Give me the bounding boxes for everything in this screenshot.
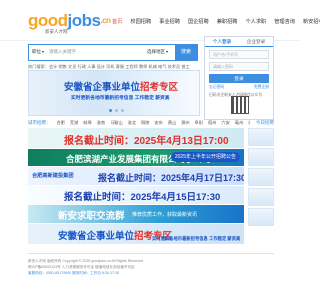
logo-subtitle: 新安人才网: [45, 29, 68, 34]
tab-company-login[interactable]: 企业登录: [239, 37, 273, 46]
nav-item-job-seeking[interactable]: 个人求职: [242, 18, 269, 26]
ad-banner-binhu-group[interactable]: 合肥滨湖产业发展集团有限公司子公司 2025年上半年公开招聘公告: [28, 149, 244, 166]
page: goodjobs.cn 新安人才网 首页 校园招聘 事业招聘 国企招聘 兼职招聘…: [0, 0, 320, 300]
nav-item-campus[interactable]: 校园招聘: [127, 18, 154, 26]
login-panel: 个人登录 企业登录 用户名/手机号 请输入密码 登录 忘记密码 免费注册 扫码关…: [204, 36, 274, 120]
city-link[interactable]: 淮南: [97, 120, 105, 126]
nav-item-part-time[interactable]: 兼职招聘: [214, 18, 241, 26]
carousel-dot[interactable]: [115, 109, 118, 112]
password-field[interactable]: 请输入密码: [209, 62, 269, 71]
header: goodjobs.cn 新安人才网 首页 校园招聘 事业招聘 国企招聘 兼职招聘…: [0, 0, 320, 40]
tab-personal-login[interactable]: 个人登录: [205, 37, 239, 46]
carousel-dot[interactable]: [121, 109, 124, 112]
login-tabs: 个人登录 企业登录: [205, 37, 273, 47]
city-link[interactable]: 马鞍山: [110, 120, 123, 126]
banner-group-title: 新安求职交流群: [58, 211, 125, 222]
side-ad[interactable]: [248, 168, 274, 186]
city-link[interactable]: 合肥: [57, 120, 65, 126]
logo-jobs: jobs: [67, 11, 101, 30]
city-link[interactable]: 铜陵: [141, 120, 149, 126]
ad-banner-hi-tech-group[interactable]: 合肥高新建投集团 报名截止时间：2025年4月17日17:30: [28, 167, 244, 185]
banner-group-subtitle: 推荐优质工作，获取最新资讯: [132, 212, 198, 218]
banner-exam-subtitle: 实时更新各地市最新招考信息 工作稳定 薪资高: [152, 236, 241, 241]
banner-deadline-text: 报名截止时间：2025年4月15日17:30: [64, 192, 221, 203]
city-link[interactable]: 淮北: [128, 120, 136, 126]
logo-good: good: [28, 11, 68, 30]
city-link[interactable]: 黄山: [168, 120, 176, 126]
city-link[interactable]: 池州: [248, 120, 250, 126]
footer-contact: 客服热线：0551-65179900 服务时间：工作日 8:30-17:30: [28, 271, 120, 275]
main-banner[interactable]: 安徽省企事业单位招考专区 实时更新各地市最新招考信息 工作稳定 薪资高: [28, 70, 200, 116]
forgot-password-link[interactable]: 忘记密码: [209, 85, 224, 90]
nav-item-consulting[interactable]: 管理咨询: [271, 18, 298, 26]
nav-item-exams[interactable]: 新安招考: [300, 18, 320, 26]
qr-code-icon: [231, 96, 249, 114]
login-button[interactable]: 登录: [209, 74, 269, 83]
city-link[interactable]: 六安: [221, 120, 229, 126]
nav-item-public-institution[interactable]: 事业招聘: [156, 18, 183, 26]
site-logo[interactable]: goodjobs.cn: [28, 12, 111, 29]
main-banner-title-part1: 安徽省企事业单位: [64, 82, 141, 93]
side-ad[interactable]: [248, 128, 274, 146]
search-button[interactable]: 搜索: [175, 45, 197, 60]
city-link[interactable]: 宿州: [208, 120, 216, 126]
register-link[interactable]: 免费注册: [254, 85, 269, 90]
nav-item-state-enterprise[interactable]: 国企招聘: [185, 18, 212, 26]
region-select[interactable]: 选择地区: [147, 49, 168, 55]
city-links: 合肥 芜湖 蚌埠 淮南 马鞍山 淮北 铜陵 安庆 黄山 滁州 阜阳 宿州 六安 …: [57, 120, 251, 126]
username-field[interactable]: 用户名/手机号: [209, 50, 269, 59]
city-list-label: 城市招聘：: [28, 119, 51, 125]
banner-exam-title-part1: 安徽省企事业单位: [58, 231, 135, 242]
footer: 新安人才网 版权所有 Copyright © 2025 goodjobs.cn …: [28, 253, 274, 276]
nav-item-home[interactable]: 首页: [109, 18, 125, 26]
search-type-select[interactable]: 职位: [32, 49, 44, 55]
side-ad[interactable]: [248, 148, 274, 166]
side-ads: [248, 128, 274, 228]
banner-company-logo: 合肥高新建投集团: [32, 173, 74, 179]
ad-banner-deadline-0415[interactable]: 报名截止时间：2025年4月15日17:30: [28, 186, 244, 204]
city-link[interactable]: 亳州: [235, 120, 243, 126]
main-banner-subtitle: 实时更新各地市最新招考信息 工作稳定 薪资高: [71, 96, 170, 101]
login-links: 忘记密码 免费注册: [209, 85, 269, 90]
ad-banner-exam-zone[interactable]: 安徽省企事业单位招考专区 实时更新各地市最新招考信息 工作稳定 薪资高: [28, 224, 244, 244]
today-jobs-link[interactable]: 今日招聘: [256, 120, 274, 126]
banner-deadline-text: 报名截止时间：2025年4月17日17:30: [98, 173, 244, 183]
carousel-dot[interactable]: [109, 109, 112, 112]
search-input[interactable]: 请输入关键字: [49, 49, 76, 55]
main-nav: 首页 校园招聘 事业招聘 国企招聘 兼职招聘 个人求职 管理咨询 新安招考: [109, 18, 320, 26]
city-link[interactable]: 安庆: [154, 120, 162, 126]
main-banner-title-part2: 招考专区: [140, 82, 179, 93]
city-link[interactable]: 芜湖: [70, 120, 78, 126]
ad-banner-deadline-0413[interactable]: 报名截止时间：2025年4月13日17:00: [28, 128, 244, 148]
banner-recruit-tag: 2025年上半年公开招聘公告: [170, 152, 240, 162]
carousel-dots: [109, 109, 124, 112]
city-link[interactable]: 蚌埠: [83, 120, 91, 126]
banner-deadline-text: 报名截止时间：2025年4月13日17:00: [64, 136, 229, 147]
city-list: 城市招聘： 合肥 芜湖 蚌埠 淮南 马鞍山 淮北 铜陵 安庆 黄山 滁州 阜阳 …: [28, 119, 274, 126]
side-ad[interactable]: [248, 208, 274, 226]
city-link[interactable]: 阜阳: [195, 120, 203, 126]
search-bar: 职位 请输入关键字 选择地区 搜索: [28, 44, 198, 61]
city-link[interactable]: 滁州: [181, 120, 189, 126]
side-ad[interactable]: [248, 188, 274, 206]
main-banner-title: 安徽省企事业单位招考专区: [64, 79, 178, 93]
ad-banner-job-group[interactable]: 新安求职交流群 推荐优质工作，获取最新资讯: [28, 205, 244, 223]
